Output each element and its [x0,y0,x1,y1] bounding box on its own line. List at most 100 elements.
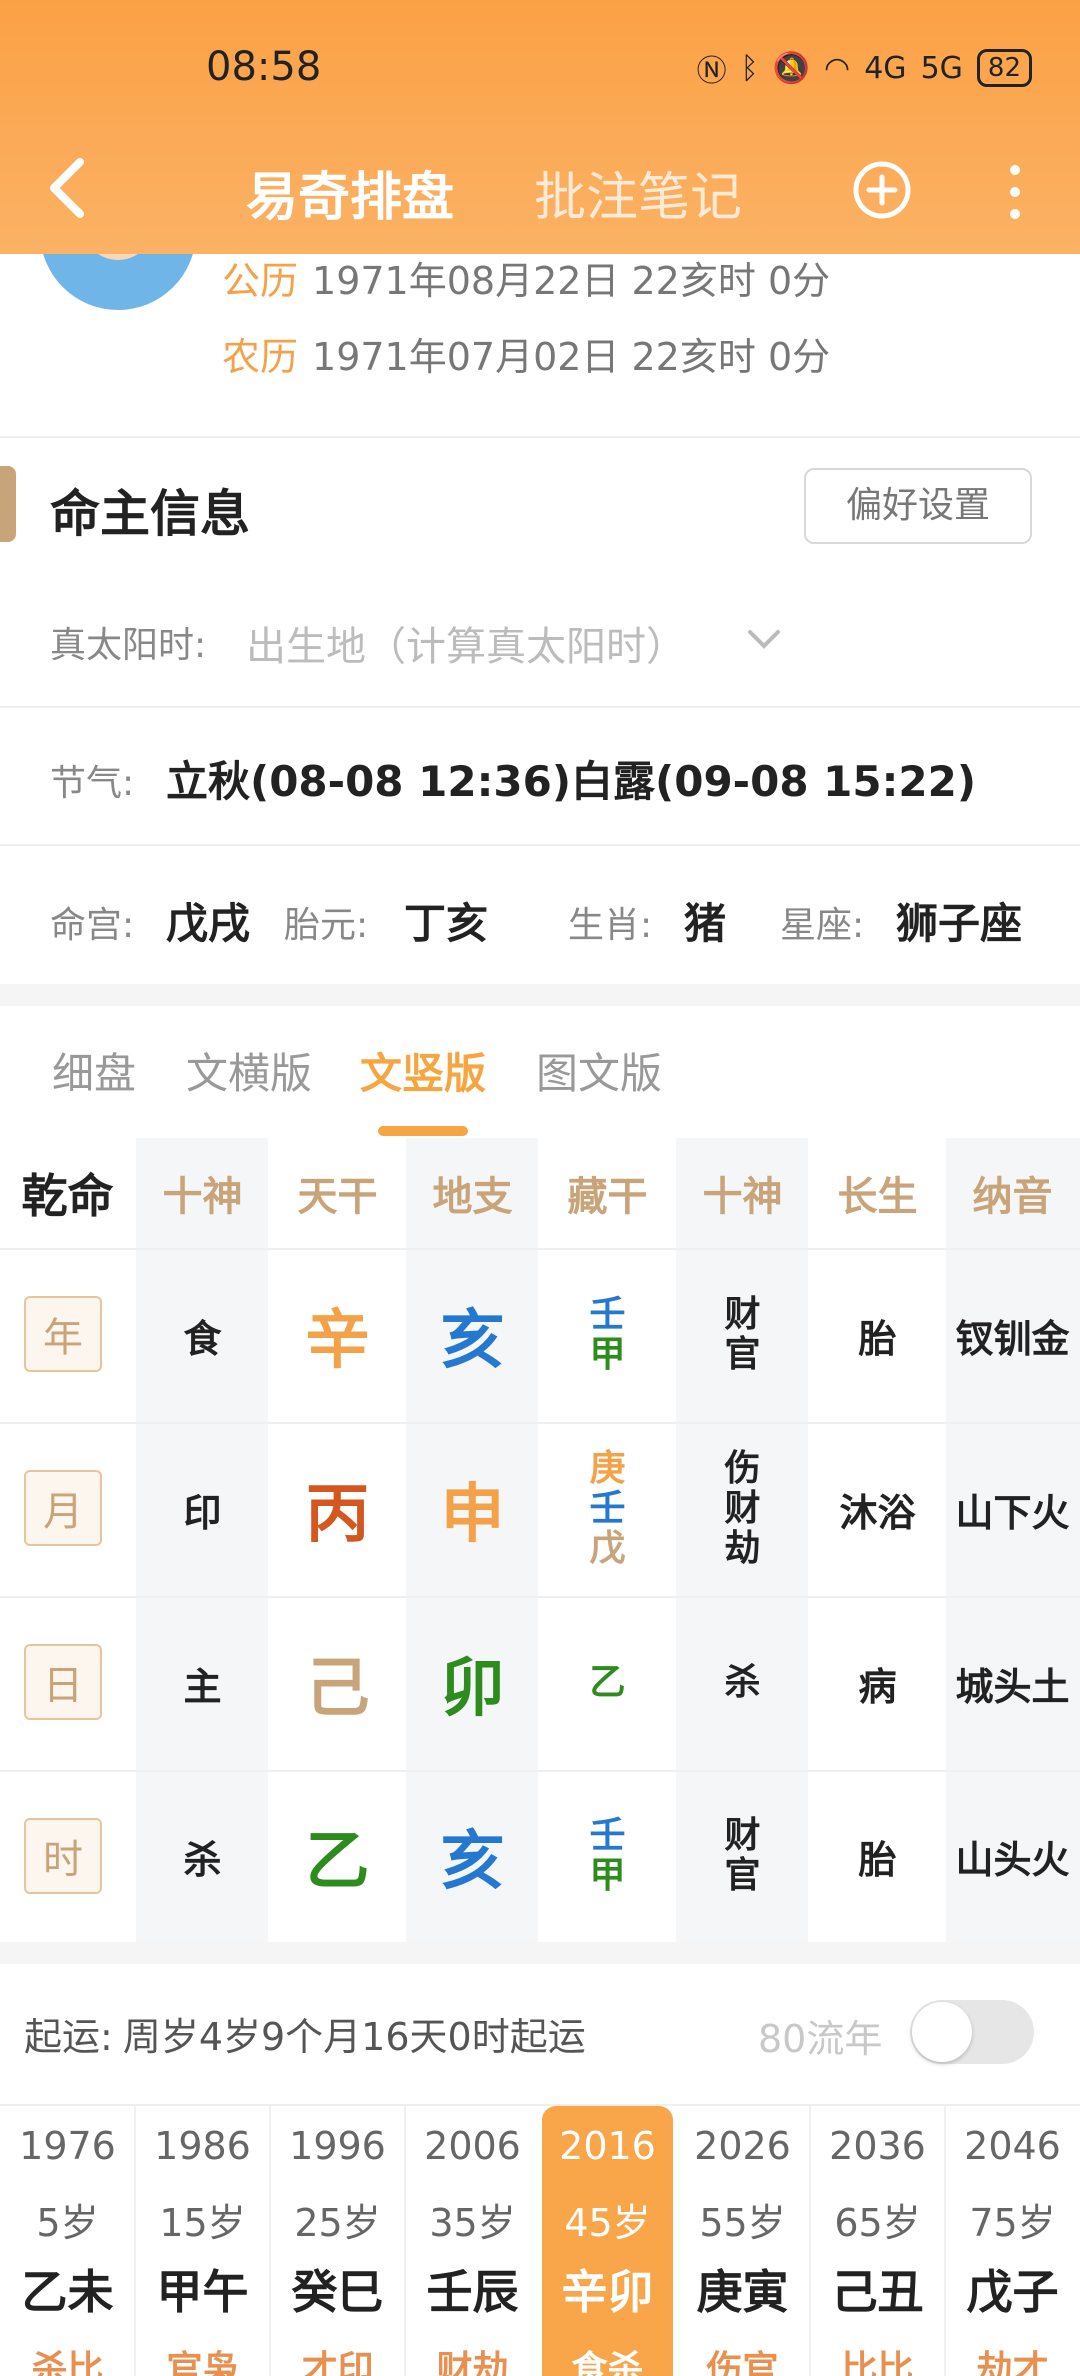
month-god: 印 [183,1490,222,1535]
divider [0,706,1080,708]
day-nayin: 城头土 [955,1664,1070,1709]
year-hidden-gods: 财官 [724,1294,761,1375]
nfc-icon: Ⓝ [696,54,727,89]
chevron-down-icon[interactable] [744,618,784,658]
year-stem[interactable]: 辛 [270,1248,405,1422]
lunar-label: 农历 [222,335,299,379]
year-branch[interactable]: 亥 [405,1248,540,1422]
chart-tabs: 细盘 文横版 文竖版 图文版 [0,1040,1080,1140]
bazi-grid: 乾命 十神 天干 地支 藏干 十神 长生 纳音 年 食 辛 亥 壬甲 财官 胎 … [0,1138,1080,1942]
mute-icon: 🔕 [772,50,811,86]
year-god: 食 [183,1316,222,1361]
year-phase: 胎 [858,1316,897,1361]
minggong-value: 戊戌 [166,899,251,948]
lunar-date: 1971年07月02日 22亥时 0分 [312,335,831,379]
hour-hidden: 壬甲 [589,1815,626,1896]
hour-hidden-gods: 财官 [724,1815,761,1896]
flow-years-label: 80流年 [758,2017,883,2061]
month-hidden-gods: 伤财劫 [724,1448,761,1569]
month-hidden: 庚壬戊 [589,1448,626,1569]
jieqi-value: 立秋(08-08 12:36)白露(09-08 15:22) [166,757,977,806]
header-shishen: 十神 [162,1174,243,1220]
day-branch[interactable]: 卯 [405,1596,540,1770]
tab-detail[interactable]: 细盘 [52,1040,136,1101]
taiyuan-value: 丁亥 [404,899,489,948]
shengxiao-label: 生肖: [568,905,653,946]
dayun-item[interactable]: 1976 5岁 乙未 杀比 [0,2106,135,2376]
status-icons: Ⓝ ᛒ 🔕 ◠ 4G 5G 82 [697,46,1032,90]
add-icon[interactable] [852,160,912,220]
dayun-item-current[interactable]: 2016 45岁 辛卯 食杀 [542,2106,673,2376]
signal-4g-icon: 4G [864,50,907,86]
section-accent [0,466,16,542]
dayun-item[interactable]: 1986 15岁 甲午 官枭 [135,2106,270,2376]
header-canggan: 藏干 [567,1174,648,1220]
luck-start-text: 起运: 周岁4岁9个月16天0时起运 [24,2015,586,2059]
tab-horizontal[interactable]: 文横版 [186,1040,312,1101]
tab-graphic[interactable]: 图文版 [536,1040,662,1101]
tab-notes[interactable]: 批注笔记 [534,155,742,230]
month-nayin: 山下火 [955,1490,1070,1535]
pillar-day[interactable]: 日 [24,1644,102,1720]
header-dizhi: 地支 [432,1174,513,1220]
pillar-year[interactable]: 年 [24,1296,102,1372]
flow-years-toggle[interactable] [910,2000,1034,2064]
wifi-icon: ◠ [824,50,851,86]
header-nayin: 纳音 [972,1174,1053,1220]
header-changsheng: 长生 [837,1174,918,1220]
gender-header: 乾命 [21,1169,114,1223]
hour-phase: 胎 [858,1837,897,1882]
jieqi-label: 节气: [50,763,135,804]
solar-time-label: 真太阳时: [50,625,207,666]
shengxiao-value: 猪 [684,899,727,948]
bluetooth-icon: ᛒ [740,50,759,86]
status-time: 08:58 [206,44,322,90]
lunar-date-row: 农历 1971年07月02日 22亥时 0分 [222,326,830,381]
hour-stem[interactable]: 乙 [270,1770,405,1942]
signal-5g-icon: 5G [920,50,963,86]
day-hidden: 乙 [589,1662,626,1703]
xingzuo-value: 狮子座 [896,899,1023,948]
taiyuan-label: 胎元: [284,905,369,946]
hour-nayin: 山头火 [955,1837,1070,1882]
xingzuo-label: 星座: [780,905,865,946]
header-shishen-2: 十神 [702,1174,783,1220]
month-stem[interactable]: 丙 [270,1422,405,1596]
section-gap [0,1942,1080,1964]
pillar-month[interactable]: 月 [24,1470,102,1546]
app-header: 08:58 Ⓝ ᛒ 🔕 ◠ 4G 5G 82 易奇排盘 批注笔记 [0,0,1080,254]
solar-date-row: 公历 1971年08月22日 22亥时 0分 [222,250,830,305]
tab-indicator [378,1126,468,1136]
more-icon[interactable] [1000,162,1030,222]
minggong-label: 命宫: [50,905,135,946]
page-title[interactable]: 易奇排盘 [246,155,454,230]
birthplace-selector[interactable]: 出生地（计算真太阳时） [246,614,686,672]
divider [0,844,1080,846]
battery-icon: 82 [976,49,1032,87]
pillar-hour[interactable]: 时 [24,1818,102,1894]
day-hidden-gods: 杀 [724,1662,761,1703]
back-icon[interactable] [40,152,96,224]
section-gap [0,984,1080,1006]
month-branch[interactable]: 申 [405,1422,540,1596]
dayun-item[interactable]: 2046 75岁 戊子 劫才 [945,2106,1080,2376]
section-title: 命主信息 [50,485,250,543]
dayun-strip: 1976 5岁 乙未 杀比 1986 15岁 甲午 官枭 1996 25岁 癸巳 才印 20… [0,2106,1080,2376]
year-hidden: 壬甲 [589,1294,626,1375]
dayun-item[interactable]: 1996 25岁 癸巳 才印 [270,2106,405,2376]
solar-date: 1971年08月22日 22亥时 0分 [312,259,831,303]
tab-vertical[interactable]: 文竖版 [360,1040,486,1101]
day-phase: 病 [858,1664,897,1709]
dayun-item[interactable]: 2026 55岁 庚寅 伤官 [675,2106,810,2376]
day-god: 主 [183,1664,222,1709]
dayun-item[interactable]: 2006 35岁 壬辰 财劫 [405,2106,540,2376]
month-phase: 沐浴 [839,1490,916,1535]
header-tiangan: 天干 [297,1174,378,1220]
preferences-button[interactable]: 偏好设置 [804,468,1032,544]
dayun-item[interactable]: 2036 65岁 己丑 比比 [810,2106,945,2376]
divider [0,436,1080,438]
day-stem[interactable]: 己 [270,1596,405,1770]
year-nayin: 钗钏金 [955,1316,1070,1361]
solar-label: 公历 [222,259,299,303]
hour-branch[interactable]: 亥 [405,1770,540,1942]
